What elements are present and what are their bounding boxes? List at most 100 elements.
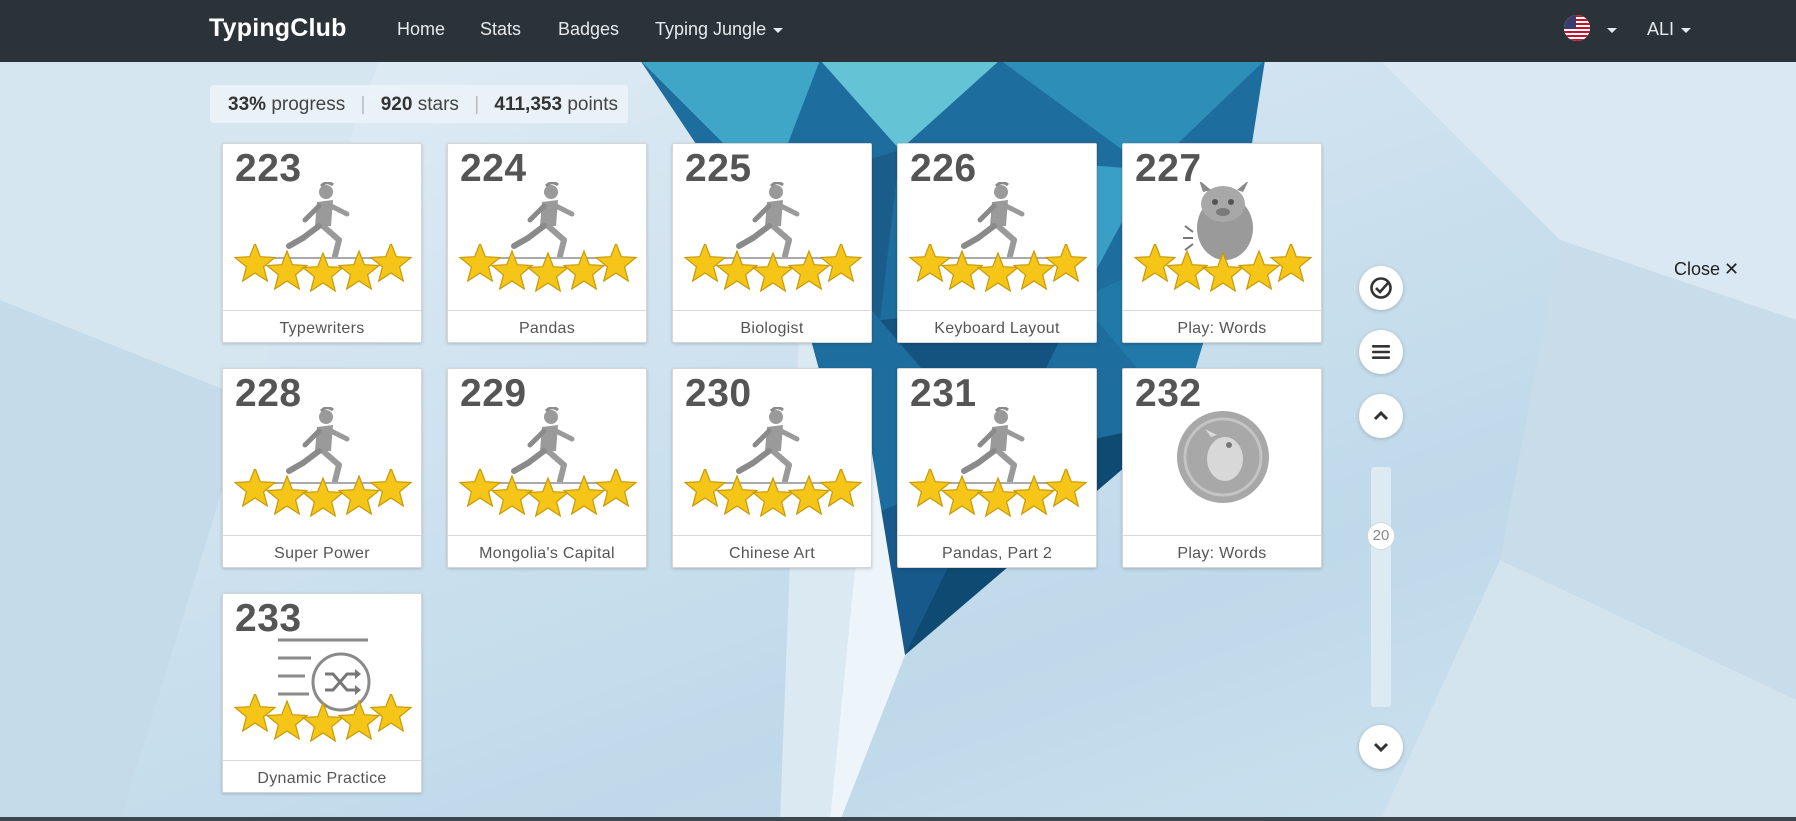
star-icon — [751, 251, 795, 292]
chevron-down-icon — [1373, 742, 1389, 753]
star-rating — [908, 469, 1088, 517]
star-icon — [233, 469, 277, 508]
close-button[interactable]: Close ✕ — [1674, 259, 1739, 280]
lesson-card[interactable]: 233 Dynamic Practice — [222, 593, 422, 793]
star-rating — [908, 244, 1088, 292]
star-icon — [337, 249, 381, 291]
lesson-card[interactable]: 226 Keyboard Layout — [897, 143, 1097, 343]
stars-value: 920 — [380, 94, 413, 115]
nav-typing-jungle-dropdown[interactable]: Typing Jungle — [655, 19, 784, 40]
lesson-card[interactable]: 223 Typewriters — [222, 143, 422, 343]
star-rating — [683, 244, 863, 292]
bottom-border — [0, 817, 1796, 821]
star-icon — [526, 476, 570, 517]
star-icon — [1201, 251, 1245, 292]
star-icon — [458, 244, 502, 283]
lesson-title: Biologist — [673, 310, 871, 343]
lesson-title: Play: Words — [1123, 535, 1321, 568]
star-icon — [908, 469, 952, 508]
lesson-title: Mongolia's Capital — [448, 535, 646, 568]
lesson-scrollbar[interactable] — [1371, 467, 1391, 707]
user-name: ALI — [1647, 19, 1675, 39]
star-icon — [369, 694, 413, 733]
star-icon — [787, 474, 831, 516]
star-icon — [265, 474, 309, 516]
lesson-title: Pandas — [448, 310, 646, 343]
lesson-title: Typewriters — [223, 310, 421, 343]
lesson-card[interactable]: 229 Mongolia's Capital — [447, 368, 647, 568]
close-icon: ✕ — [1724, 259, 1740, 279]
star-rating — [458, 244, 638, 292]
lesson-title: Dynamic Practice — [223, 760, 421, 793]
nav-badges[interactable]: Badges — [558, 19, 619, 40]
star-icon — [751, 476, 795, 517]
points-label: points — [567, 94, 619, 115]
scroll-down-button[interactable] — [1359, 725, 1403, 769]
star-rating — [233, 469, 413, 517]
star-icon — [337, 474, 381, 516]
star-rating — [1133, 244, 1313, 292]
menu-icon — [1372, 345, 1390, 359]
progress-label: progress — [271, 94, 346, 115]
star-icon — [301, 476, 345, 517]
star-icon — [301, 701, 345, 742]
star-rating — [683, 469, 863, 517]
lesson-title: Pandas, Part 2 — [898, 535, 1096, 568]
star-icon — [526, 251, 570, 292]
star-rating — [458, 469, 638, 517]
us-flag-icon[interactable] — [1564, 15, 1590, 41]
locked-game-icon — [1123, 407, 1323, 517]
progress-summary: 33% progress | 920 stars | 411,353 point… — [210, 85, 628, 123]
star-rating — [233, 694, 413, 742]
star-rating — [233, 244, 413, 292]
star-icon — [908, 244, 952, 283]
divider: | — [474, 94, 480, 115]
lesson-card[interactable]: 228 Super Power — [222, 368, 422, 568]
star-icon — [940, 474, 984, 516]
star-icon — [233, 694, 277, 733]
star-icon — [1269, 244, 1313, 283]
star-icon — [369, 469, 413, 508]
lesson-card[interactable]: 232 Play: Words — [1122, 368, 1322, 568]
check-circle-icon — [1370, 277, 1392, 299]
scroll-up-button[interactable] — [1359, 394, 1403, 438]
top-navbar: TypingClub Home Stats Badges Typing Jung… — [0, 0, 1796, 62]
brand-logo[interactable]: TypingClub — [209, 14, 347, 43]
lesson-card[interactable]: 231 Pandas, Part 2 — [897, 368, 1097, 568]
star-icon — [683, 469, 727, 508]
star-icon — [301, 251, 345, 292]
star-icon — [265, 249, 309, 291]
stars-label: stars — [417, 94, 459, 115]
lesson-card[interactable]: 225 Biologist — [672, 143, 872, 343]
lesson-title: Keyboard Layout — [898, 310, 1096, 343]
scroll-position-handle[interactable]: 20 — [1367, 522, 1395, 550]
list-view-button[interactable] — [1359, 330, 1403, 374]
lesson-card[interactable]: 230 Chinese Art — [672, 368, 872, 568]
nav-stats[interactable]: Stats — [480, 19, 521, 40]
lesson-card[interactable]: 224 Pandas — [447, 143, 647, 343]
nav-typing-jungle-label: Typing Jungle — [655, 19, 767, 39]
star-icon — [819, 244, 863, 283]
star-icon — [976, 476, 1020, 517]
progress-value: 33% — [228, 94, 267, 115]
star-icon — [562, 249, 606, 291]
star-icon — [1133, 244, 1177, 283]
star-icon — [1165, 249, 1209, 291]
user-menu-dropdown[interactable]: ALI — [1647, 19, 1692, 40]
star-icon — [594, 244, 638, 283]
star-icon — [715, 249, 759, 291]
star-icon — [233, 244, 277, 283]
lesson-card[interactable]: 227 Play: Words — [1122, 143, 1322, 343]
lesson-title: Chinese Art — [673, 535, 871, 568]
star-icon — [490, 474, 534, 516]
lesson-title: Super Power — [223, 535, 421, 568]
close-label: Close — [1674, 259, 1721, 279]
star-icon — [1044, 469, 1088, 508]
language-caret-down-icon[interactable] — [1607, 28, 1617, 33]
completed-filter-button[interactable] — [1359, 266, 1403, 310]
star-icon — [715, 474, 759, 516]
nav-home[interactable]: Home — [397, 19, 445, 40]
star-icon — [819, 469, 863, 508]
star-icon — [683, 244, 727, 283]
star-icon — [337, 699, 381, 741]
